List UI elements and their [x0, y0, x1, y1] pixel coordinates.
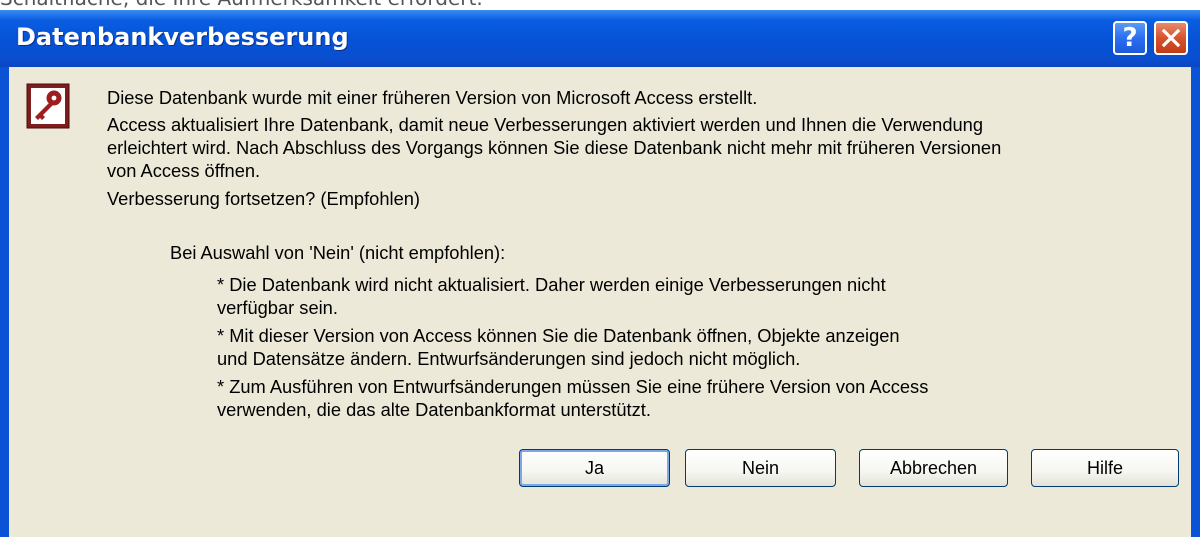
bullet-2a: * Mit dieser Version von Access können S… — [217, 325, 900, 346]
close-icon — [1161, 28, 1181, 48]
dialog-title: Datenbankverbesserung — [16, 23, 349, 51]
bullet-1b: verfügbar sein. — [217, 297, 338, 318]
access-key-icon — [26, 83, 70, 129]
bullet-3b: verwenden, die das alte Datenbankformat … — [217, 399, 651, 420]
yes-button[interactable]: Ja — [519, 449, 670, 487]
top-strip-label: Schaltfläche, die Ihre Aufmerksamkeit er… — [0, 0, 483, 8]
cancel-button[interactable]: Abbrechen — [859, 449, 1008, 487]
message-line-1: Diese Datenbank wurde mit einer früheren… — [107, 87, 758, 108]
bullet-2b: und Datensätze ändern. Entwurfsänderunge… — [217, 348, 801, 369]
dialog-window: Datenbankverbesserung ? Diese Datenbank … — [0, 10, 1200, 537]
message-line-3: Verbesserung fortsetzen? (Empfohlen) — [107, 188, 420, 209]
message-line-4: Bei Auswahl von 'Nein' (nicht empfohlen)… — [170, 242, 506, 263]
bullet-3a: * Zum Ausführen von Entwurfsänderungen m… — [217, 376, 929, 397]
bullet-1a: * Die Datenbank wird nicht aktualisiert.… — [217, 274, 886, 295]
help-icon: ? — [1122, 23, 1138, 53]
message-line-2a: Access aktualisiert Ihre Datenbank, dami… — [107, 114, 984, 135]
title-bar: Datenbankverbesserung ? — [0, 10, 1200, 67]
top-strip-text: Schaltfläche, die Ihre Aufmerksamkeit er… — [0, 0, 1200, 10]
no-button[interactable]: Nein — [685, 449, 836, 487]
help-title-button[interactable]: ? — [1113, 21, 1147, 55]
close-button[interactable] — [1154, 21, 1188, 55]
help-button[interactable]: Hilfe — [1031, 449, 1179, 487]
message-line-2c: von Access öffnen. — [107, 160, 261, 181]
message-line-2b: erleichtert wird. Nach Abschluss des Vor… — [107, 137, 1002, 158]
